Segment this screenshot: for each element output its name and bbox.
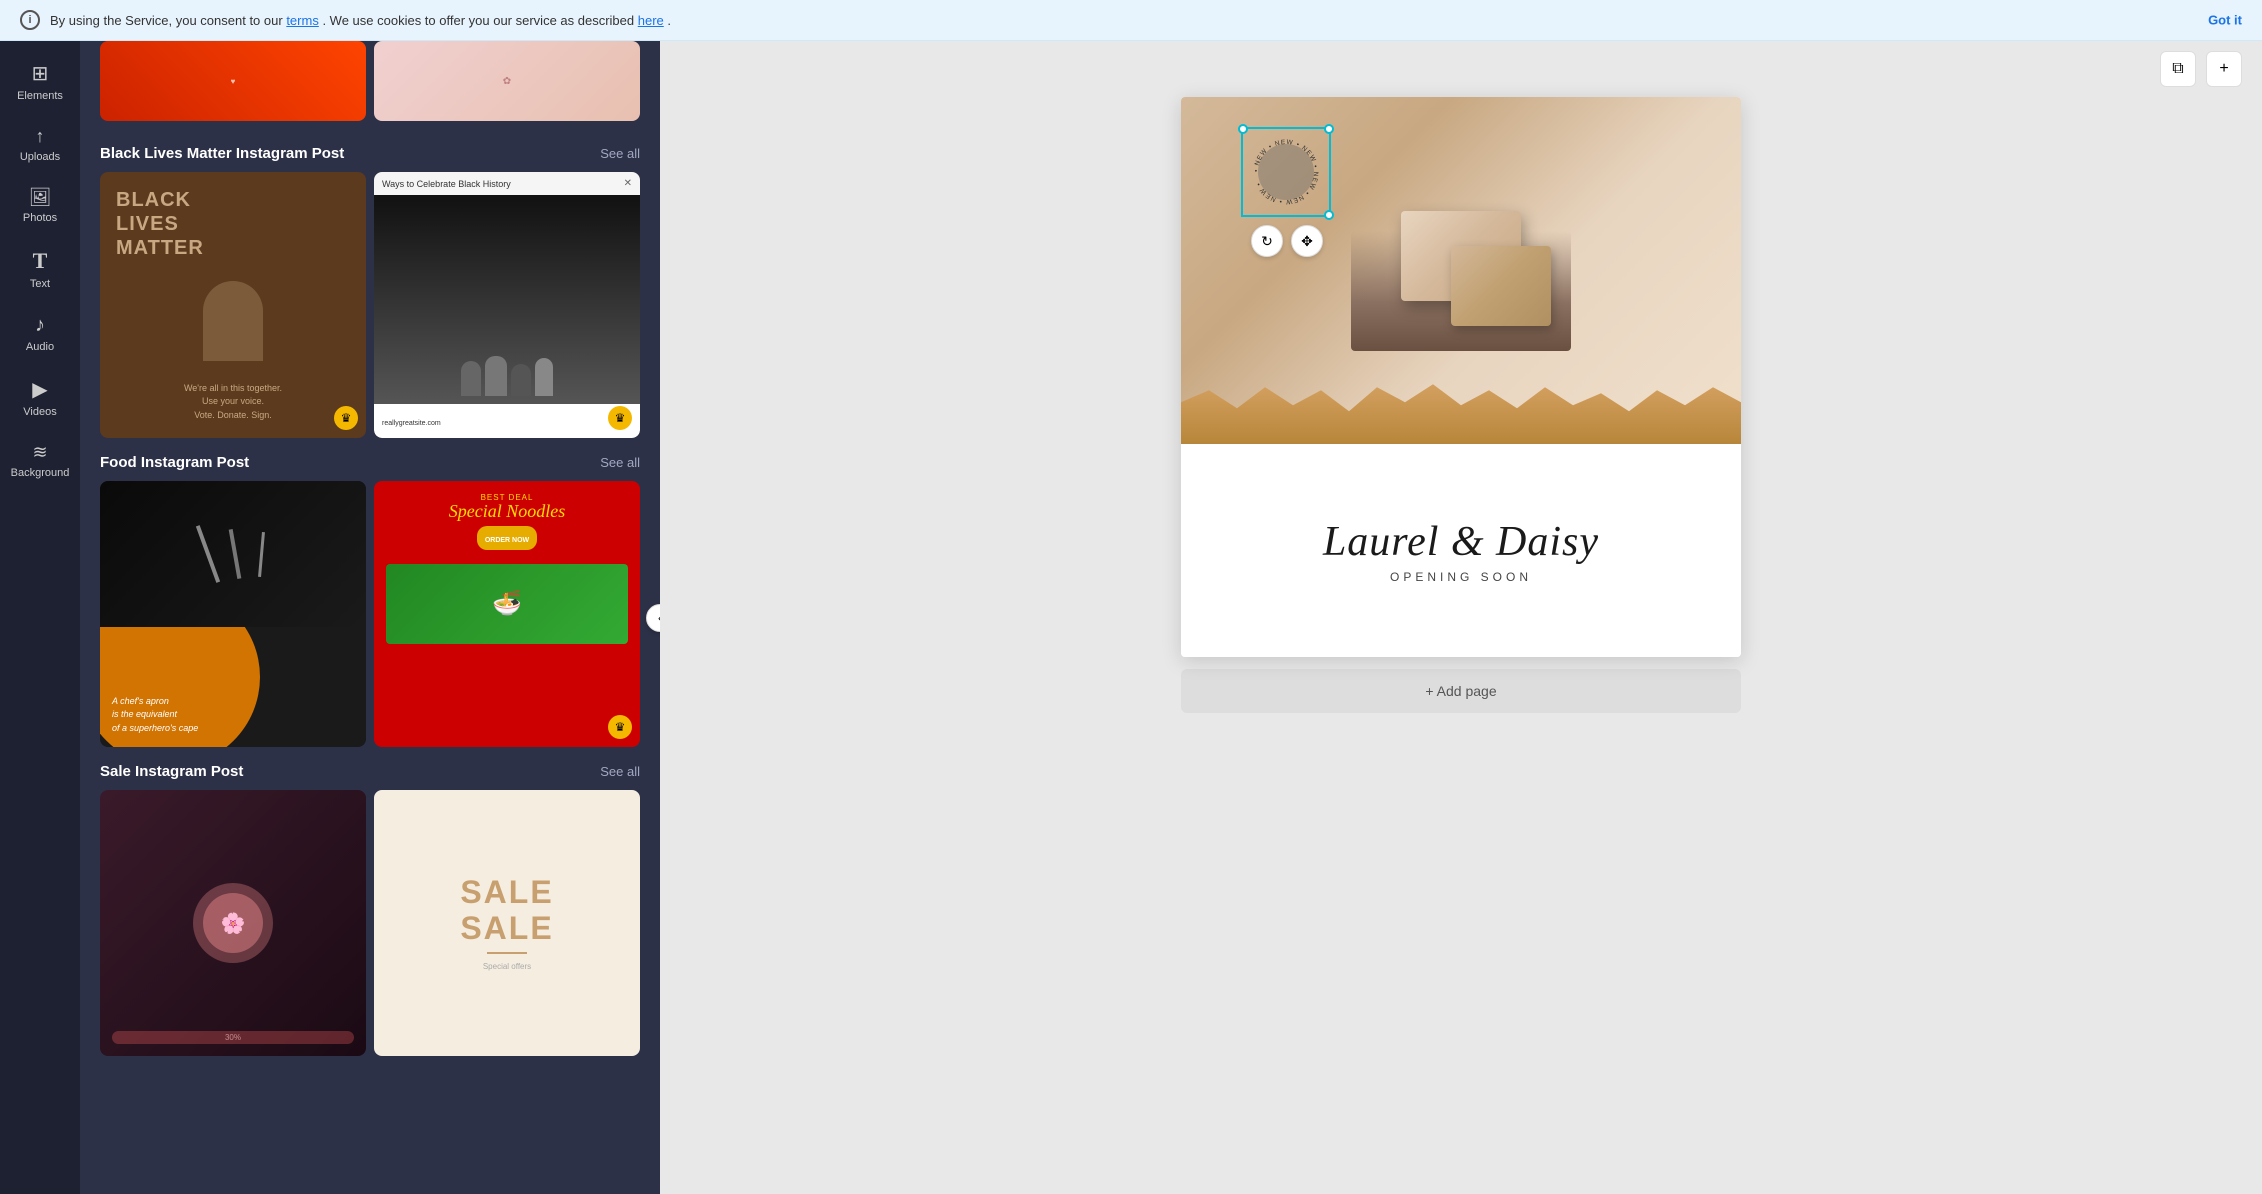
sidebar-item-audio[interactable]: ♪ Audio — [5, 304, 75, 363]
bhm-website: reallygreatsite.com — [382, 420, 441, 427]
text-icon: T — [33, 248, 48, 274]
opening-soon: OPENING SOON — [1390, 570, 1532, 584]
canvas-bottom: Laurel & Daisy OPENING SOON — [1181, 444, 1741, 657]
bhm-header: Ways to Celebrate Black History ✕ — [374, 172, 640, 195]
elements-icon: ⊞ — [32, 61, 49, 86]
bhm-close-icon: ✕ — [624, 178, 632, 189]
info-icon: i — [20, 10, 40, 30]
sidebar-uploads-label: Uploads — [20, 151, 60, 163]
blm-card-title: BLACKLIVESMATTER — [116, 188, 350, 260]
circular-text: • NEW • NEW • NEW • NEW • NEW • NEW • — [1241, 127, 1331, 217]
add-page-button[interactable]: + Add page — [1181, 669, 1741, 713]
blm-section-title: Black Lives Matter Instagram Post — [100, 145, 344, 162]
canvas-wrapper: Laurel & Daisy OPENING SOON — [1181, 97, 1741, 713]
design-canvas[interactable]: Laurel & Daisy OPENING SOON — [1181, 97, 1741, 657]
premium-badge-blm1: ♛ — [334, 406, 358, 430]
food-templates-grid: A chef's apronis the equivalentof a supe… — [80, 481, 660, 747]
cookie-text: By using the Service, you consent to our… — [50, 13, 671, 28]
sale-see-all[interactable]: See all — [600, 764, 640, 779]
duplicate-button[interactable]: ⧉ — [2160, 51, 2196, 87]
blm-card-subtitle: We're all in this together.Use your voic… — [116, 382, 350, 423]
food-template-orange[interactable]: A chef's apronis the equivalentof a supe… — [100, 481, 366, 747]
videos-icon: ▶ — [32, 377, 47, 402]
sale-beige-title-2: SALE — [460, 912, 553, 944]
order-now-label: ORDER NOW — [485, 537, 529, 544]
special-noodles-title: Special Noodles — [386, 502, 628, 522]
background-icon: ≋ — [32, 442, 47, 463]
sidebar: ⊞ Elements ↑ Uploads 🖼 Photos T Text ♪ A… — [0, 41, 80, 1194]
sidebar-item-videos[interactable]: ▶ Videos — [5, 367, 75, 428]
sale-subtitle: Special offers — [483, 962, 531, 971]
chef-quote: A chef's apronis the equivalentof a supe… — [112, 695, 354, 736]
got-it-button[interactable]: Got it — [2208, 13, 2242, 28]
sidebar-item-photos[interactable]: 🖼 Photos — [5, 177, 75, 234]
circular-text-svg: • NEW • NEW • NEW • NEW • NEW • NEW • — [1246, 132, 1326, 212]
move-button[interactable]: ✥ — [1291, 225, 1323, 257]
photos-icon: 🖼 — [29, 187, 52, 208]
bhm-header-text: Ways to Celebrate Black History — [382, 179, 511, 189]
bhm-image — [374, 195, 640, 404]
food-section-header: Food Instagram Post See all — [80, 438, 660, 481]
rotate-button[interactable]: ↻ — [1251, 225, 1283, 257]
sidebar-item-elements[interactable]: ⊞ Elements — [5, 51, 75, 112]
blm-template-1[interactable]: BLACKLIVESMATTER We're all in this toget… — [100, 172, 366, 438]
uploads-icon: ↑ — [36, 126, 45, 147]
element-controls: ↻ ✥ — [1251, 225, 1323, 257]
sale-beige-title: SALE — [460, 876, 553, 908]
terms-link[interactable]: terms — [286, 13, 319, 28]
canvas-toolbar: ⧉ + — [660, 41, 2262, 97]
blm-see-all[interactable]: See all — [600, 146, 640, 161]
sidebar-item-text[interactable]: T Text — [5, 238, 75, 300]
sidebar-text-label: Text — [30, 278, 50, 290]
expand-button[interactable]: + — [2206, 51, 2242, 87]
blm-section-header: Black Lives Matter Instagram Post See al… — [80, 129, 660, 172]
sale-templates-grid: 🌸 30% SALE SALE Special offers — [80, 790, 660, 1056]
food-see-all[interactable]: See all — [600, 455, 640, 470]
sidebar-background-label: Background — [11, 467, 70, 479]
top-template-2[interactable]: ✿ — [374, 41, 640, 121]
sidebar-item-uploads[interactable]: ↑ Uploads — [5, 116, 75, 173]
sidebar-item-background[interactable]: ≋ Background — [5, 432, 75, 489]
top-template-1[interactable]: ♥ — [100, 41, 366, 121]
blm-templates-grid: BLACKLIVESMATTER We're all in this toget… — [80, 172, 660, 438]
sidebar-photos-label: Photos — [23, 212, 57, 224]
sale-template-beige[interactable]: SALE SALE Special offers — [374, 790, 640, 1056]
premium-badge-food-red: ♛ — [608, 715, 632, 739]
app-layout: ⊞ Elements ↑ Uploads 🖼 Photos T Text ♪ A… — [0, 41, 2262, 1194]
sale-section-title: Sale Instagram Post — [100, 763, 243, 780]
premium-badge-bhm: ♛ — [608, 406, 632, 430]
sale-divider — [487, 952, 527, 954]
sidebar-elements-label: Elements — [17, 90, 63, 102]
here-link[interactable]: here — [638, 13, 664, 28]
sale-template-pink[interactable]: 🌸 30% — [100, 790, 366, 1056]
audio-icon: ♪ — [35, 314, 45, 337]
canvas-area: ⧉ + — [660, 41, 2262, 1194]
food-template-red[interactable]: Best Deal Special Noodles ORDER NOW 🍜 ♛ — [374, 481, 640, 747]
sidebar-videos-label: Videos — [23, 406, 56, 418]
top-templates-partial: ♥ ✿ — [80, 41, 660, 129]
sale-pink-label: 30% — [112, 1031, 354, 1044]
food-section-title: Food Instagram Post — [100, 454, 249, 471]
selected-element[interactable]: • NEW • NEW • NEW • NEW • NEW • NEW • ↻ … — [1241, 127, 1331, 217]
expand-icon: + — [2219, 60, 2228, 78]
brand-name: Laurel & Daisy — [1323, 518, 1599, 566]
bhm-template[interactable]: Ways to Celebrate Black History ✕ — [374, 172, 640, 438]
duplicate-icon: ⧉ — [2172, 60, 2183, 78]
cookie-banner: i By using the Service, you consent to o… — [0, 0, 2262, 41]
sale-section-header: Sale Instagram Post See all — [80, 747, 660, 790]
sidebar-audio-label: Audio — [26, 341, 54, 353]
templates-panel: ♥ ✿ Black Lives Matter Instagram Post Se… — [80, 41, 660, 1194]
